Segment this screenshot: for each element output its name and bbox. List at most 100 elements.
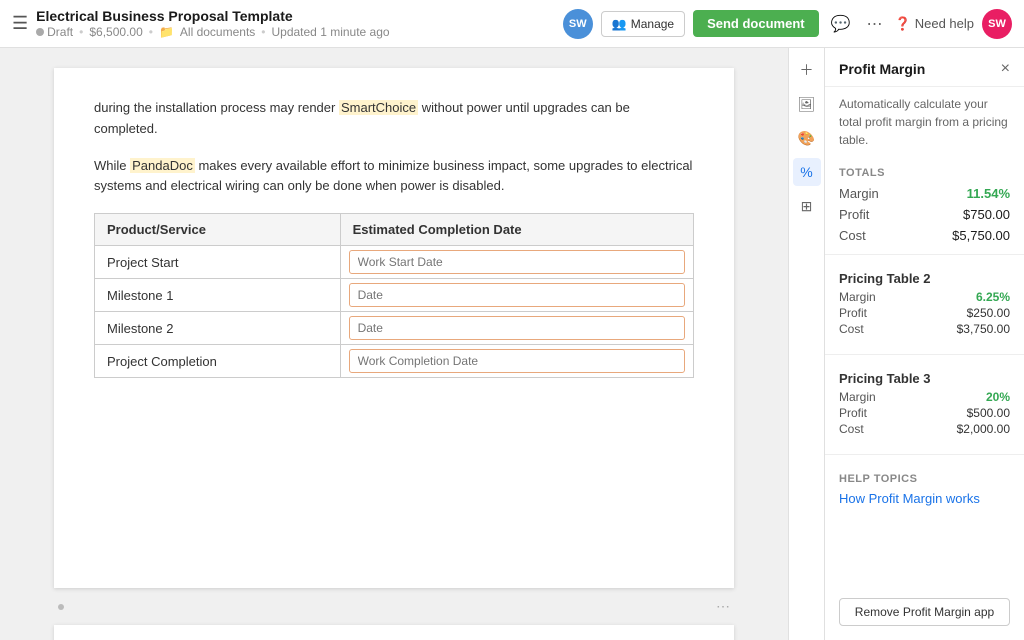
- panel-content: Profit Margin × Automatically calculate …: [825, 48, 1024, 598]
- pricing-profit-row: Profit $250.00: [839, 306, 1010, 320]
- pricing-button[interactable]: %: [793, 158, 821, 186]
- divider-dot: [58, 604, 64, 610]
- table-row: Project Completion: [95, 345, 694, 378]
- date-input[interactable]: [349, 250, 685, 274]
- percent-icon: %: [800, 164, 812, 180]
- need-help-button[interactable]: ❓ Need help: [895, 16, 974, 32]
- pricing-margin-value: 6.25%: [976, 290, 1010, 304]
- apps-button[interactable]: ⊞: [793, 192, 821, 220]
- panel-description: Automatically calculate your total profi…: [825, 87, 1024, 157]
- date-input[interactable]: [349, 316, 685, 340]
- divider2: [825, 454, 1024, 455]
- topbar: ☰ Electrical Business Proposal Template …: [0, 0, 1024, 48]
- hamburger-icon[interactable]: ☰: [12, 13, 28, 34]
- draft-dot-icon: [36, 28, 44, 36]
- service-cell: Project Completion: [95, 345, 341, 378]
- pricing-cost-row: Cost $2,000.00: [839, 422, 1010, 436]
- totals-margin-row: Margin 11.54%: [825, 183, 1024, 204]
- schedule-table: Product/Service Estimated Completion Dat…: [94, 213, 694, 378]
- profit-value: $750.00: [963, 207, 1010, 222]
- date-cell: [340, 345, 693, 378]
- pandadoc-highlight: PandaDoc: [130, 158, 195, 173]
- pricing-cost-label: Cost: [839, 322, 864, 336]
- meta-sep2: •: [149, 25, 153, 39]
- cost-value: $5,750.00: [952, 228, 1010, 243]
- draft-label: Draft: [47, 25, 73, 39]
- pricing-table-title: Pricing Table 3: [839, 371, 1010, 386]
- manage-people-icon: 👥: [612, 17, 627, 31]
- media-button[interactable]: 🖼: [793, 90, 821, 118]
- topbar-right: SW 👥 Manage Send document 💬 ⋯ ❓ Need hel…: [563, 9, 1012, 39]
- remove-app-button[interactable]: Remove Profit Margin app: [839, 598, 1010, 626]
- palette-icon: 🎨: [798, 130, 815, 147]
- margin-label: Margin: [839, 186, 879, 201]
- pricing-tables: Pricing Table 2 Margin 6.25% Profit $250…: [825, 263, 1024, 446]
- manage-button[interactable]: 👥 Manage: [601, 11, 685, 37]
- doc-meta: Draft • $6,500.00 • 📁 All documents • Up…: [36, 25, 389, 39]
- page-divider: ⋯: [54, 598, 734, 615]
- help-section: HELP TOPICS How Profit Margin works: [825, 463, 1024, 516]
- page-options-button[interactable]: ⋯: [716, 598, 730, 615]
- need-help-label: Need help: [915, 16, 974, 31]
- add-element-button[interactable]: ＋: [793, 56, 821, 84]
- cost-label: Cost: [839, 228, 866, 243]
- meta-sep3: •: [261, 25, 265, 39]
- price-label: $6,500.00: [89, 25, 142, 39]
- pricing-table-2: Pricing Table 2 Margin 6.25% Profit $250…: [825, 263, 1024, 346]
- image-icon: 🖼: [798, 96, 816, 113]
- how-profit-margin-works-link[interactable]: How Profit Margin works: [839, 491, 980, 506]
- table-row: Milestone 2: [95, 312, 694, 345]
- grid-icon: ⊞: [801, 198, 813, 215]
- pricing-cost-row: Cost $3,750.00: [839, 322, 1010, 336]
- divider-pricing-0: [825, 354, 1024, 355]
- main: during the installation process may rend…: [0, 48, 1024, 640]
- pricing-table-title: Pricing Table 2: [839, 271, 1010, 286]
- right-area: ＋ 🖼 🎨 % ⊞ Profit Margin × Automati: [788, 48, 1024, 640]
- profit-margin-panel: Profit Margin × Automatically calculate …: [824, 48, 1024, 640]
- date-input[interactable]: [349, 349, 685, 373]
- profit-label: Profit: [839, 207, 869, 222]
- panel-title: Profit Margin: [839, 61, 925, 77]
- panel-close-button[interactable]: ×: [1001, 60, 1010, 78]
- col-product-service: Product/Service: [95, 214, 341, 246]
- sidebar-icon-strip: ＋ 🖼 🎨 % ⊞: [788, 48, 824, 640]
- date-cell: [340, 246, 693, 279]
- date-input[interactable]: [349, 283, 685, 307]
- pricing-profit-row: Profit $500.00: [839, 406, 1010, 420]
- date-cell: [340, 279, 693, 312]
- pricing-margin-row: Margin 6.25%: [839, 290, 1010, 304]
- panel-header: Profit Margin ×: [825, 48, 1024, 87]
- avatar-initials: SW: [569, 18, 587, 30]
- design-button[interactable]: 🎨: [793, 124, 821, 152]
- paragraph1: during the installation process may rend…: [94, 98, 694, 140]
- user-initials: SW: [988, 18, 1006, 30]
- pricing-margin-row: Margin 20%: [839, 390, 1010, 404]
- avatar: SW: [563, 9, 593, 39]
- pricing-table-3: Pricing Table 3 Margin 20% Profit $500.0…: [825, 363, 1024, 446]
- totals-profit-row: Profit $750.00: [825, 204, 1024, 225]
- paragraph2: While PandaDoc makes every available eff…: [94, 156, 694, 198]
- all-docs-link[interactable]: All documents: [180, 25, 255, 39]
- pricing-cost-label: Cost: [839, 422, 864, 436]
- doc-area: during the installation process may rend…: [0, 48, 788, 640]
- pricing-margin-label: Margin: [839, 290, 876, 304]
- pricing-profit-value: $500.00: [967, 406, 1010, 420]
- totals-cost-row: Cost $5,750.00: [825, 225, 1024, 246]
- pricing-cost-value: $2,000.00: [957, 422, 1010, 436]
- table-row: Project Start: [95, 246, 694, 279]
- user-avatar[interactable]: SW: [982, 9, 1012, 39]
- service-cell: Milestone 2: [95, 312, 341, 345]
- doc-title: Electrical Business Proposal Template: [36, 8, 389, 24]
- chat-icon-button[interactable]: 💬: [827, 10, 855, 38]
- manage-label: Manage: [631, 17, 674, 31]
- help-title: HELP TOPICS: [839, 473, 1010, 485]
- pricing-cost-value: $3,750.00: [957, 322, 1010, 336]
- margin-value: 11.54%: [967, 186, 1010, 201]
- date-cell: [340, 312, 693, 345]
- send-label: Send document: [707, 16, 805, 31]
- plus-icon: ＋: [800, 60, 814, 80]
- more-options-button[interactable]: ⋯: [863, 10, 887, 38]
- updated-label: Updated 1 minute ago: [271, 25, 389, 39]
- send-document-button[interactable]: Send document: [693, 10, 819, 37]
- topbar-left: ☰ Electrical Business Proposal Template …: [12, 8, 553, 39]
